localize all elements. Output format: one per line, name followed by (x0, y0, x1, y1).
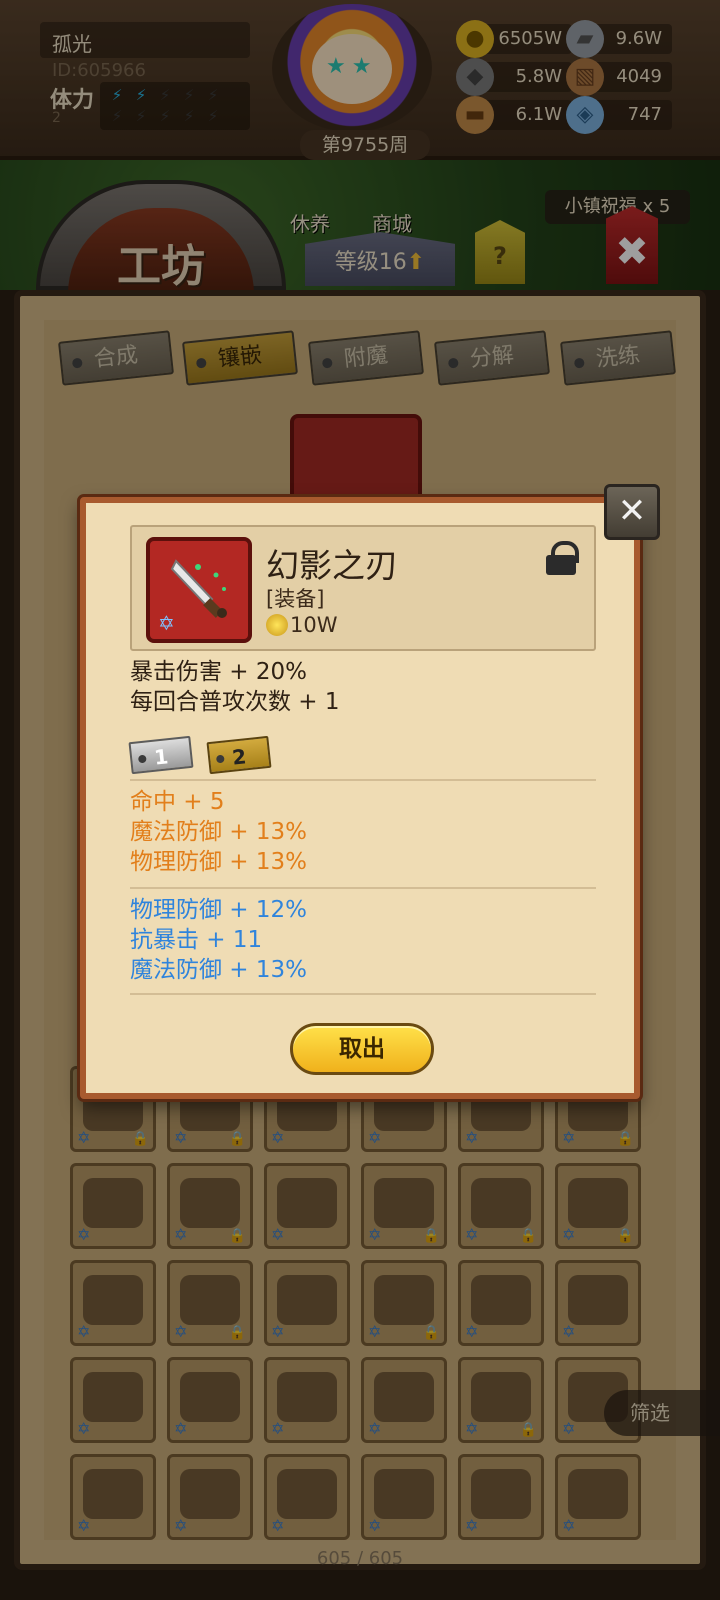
dagger-icon (170, 559, 227, 618)
divider (130, 887, 596, 889)
gem-stat-magic-defense-2: 魔法防御 + 13% (130, 957, 308, 983)
take-out-button[interactable]: 取出 (290, 1023, 434, 1075)
item-detail-dialog: ✡ 幻影之刃 [装备] 10W 暴击伤害 + 20% 每回合普攻次数 + 1 1… (80, 497, 640, 1099)
gem-slot-tab-2-label: 2 (231, 744, 248, 770)
gem-stat-physical-defense-2: 物理防御 + 12% (130, 897, 308, 923)
divider (130, 993, 596, 995)
gem-stat-physical-defense: 物理防御 + 13% (130, 849, 308, 875)
item-name: 幻影之刃 (266, 546, 398, 585)
close-dialog-button[interactable]: ✕ (604, 484, 660, 540)
gem-slot-tab-1-label: 1 (153, 744, 170, 770)
item-icon: ✡ (146, 537, 252, 643)
divider (130, 779, 596, 781)
base-stat-attacks-per-round: 每回合普攻次数 + 1 (130, 689, 340, 715)
gold-coin-icon (266, 614, 288, 636)
close-icon: ✕ (617, 491, 647, 531)
base-stat-crit-damage: 暴击伤害 + 20% (130, 659, 308, 685)
item-type: [装备] (266, 587, 325, 611)
lock-icon[interactable] (546, 541, 579, 575)
gem-stat-crit-resist: 抗暴击 + 11 (130, 927, 263, 953)
gem-slot-tab-1[interactable]: 1 (128, 735, 194, 775)
item-header: ✡ 幻影之刃 [装备] 10W (130, 525, 596, 651)
gem-stat-hit: 命中 + 5 (130, 789, 225, 815)
gem-stat-magic-defense: 魔法防御 + 13% (130, 819, 308, 845)
item-price-value: 10W (290, 613, 338, 637)
gem-slot-tab-2[interactable]: 2 (206, 735, 272, 775)
item-price: 10W (266, 613, 338, 637)
star-rank-icon: ✡ (158, 611, 175, 635)
